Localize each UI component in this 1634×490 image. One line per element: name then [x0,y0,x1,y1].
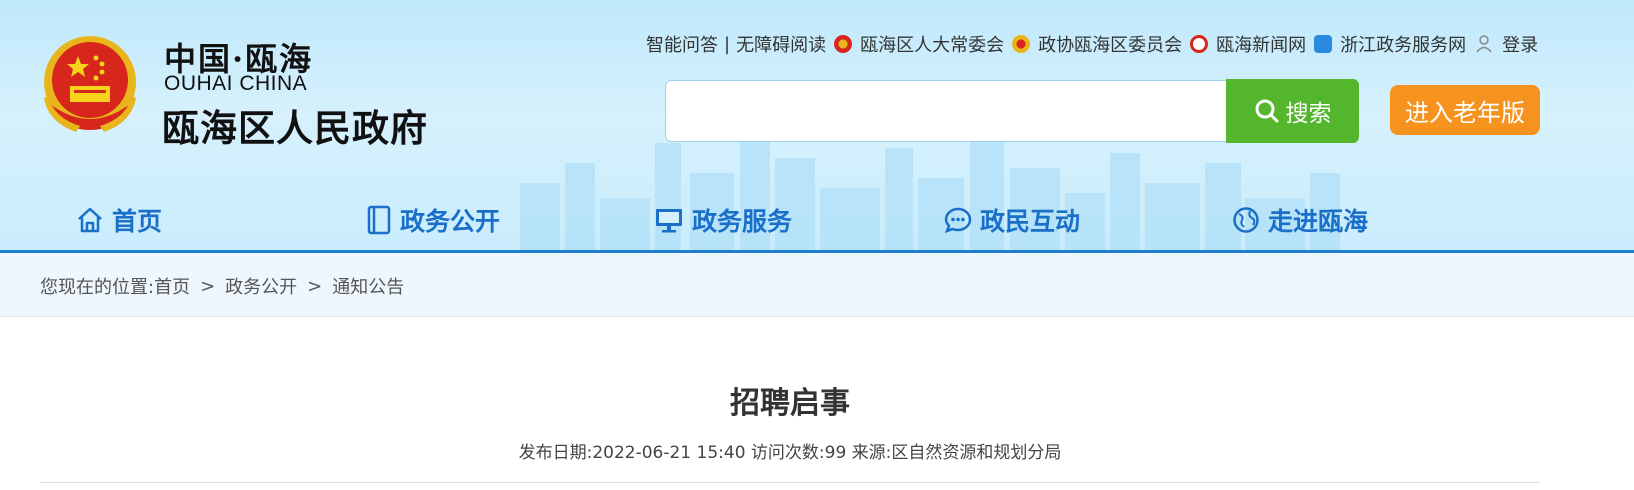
search-button-label: 搜索 [1285,101,1332,127]
nav-government-affairs-label: 政务公开 [400,207,501,236]
nav-home[interactable]: 首页 [76,200,162,240]
breadcrumb-prefix: 您现在的位置: [40,277,155,298]
login-link[interactable]: 登录 [1502,31,1538,57]
link-smart-qa[interactable]: 智能问答 [646,31,718,57]
link-zhejiang-service[interactable]: 浙江政务服务网 [1340,31,1466,57]
news-logo-icon [1190,35,1209,53]
cppcc-emblem-icon [1012,35,1031,53]
globe-icon [1233,207,1259,233]
nav-government-affairs[interactable]: 政务公开 [366,200,500,240]
user-icon [1476,35,1492,53]
breadcrumb-separator: > [200,275,216,297]
nav-public-interaction[interactable]: 政民互动 [944,200,1080,240]
breadcrumb-separator: > [307,275,323,297]
breadcrumb-item-government-affairs[interactable]: 政务公开 [225,273,297,299]
content-divider [40,482,1540,483]
search-icon [1255,99,1278,123]
article-meta: 发布日期:2022-06-21 15:40 访问次数:99 来源:区自然资源和规… [518,443,1062,463]
article-title: 招聘启事 [730,386,850,421]
npc-emblem-icon [834,35,853,53]
nav-about-ouhai[interactable]: 走进瓯海 [1232,200,1368,240]
link-cppcc[interactable]: 政协瓯海区委员会 [1038,31,1182,57]
logo-government-name: 瓯海区人民政府 [162,106,428,150]
nav-public-interaction-label: 政民互动 [980,207,1081,236]
nav-government-service-label: 政务服务 [692,207,793,236]
breadcrumb-item-notices[interactable]: 通知公告 [332,273,404,299]
link-npc-committee[interactable]: 瓯海区人大常委会 [860,31,1004,57]
nav-home-label: 首页 [112,207,163,236]
chat-bubble-icon [944,207,972,234]
national-emblem-icon [44,36,136,132]
nav-about-ouhai-label: 走进瓯海 [1268,207,1369,236]
site-header: 中国·瓯海 OUHAI CHINA 瓯海区人民政府 智能问答 | 无障碍阅读 瓯… [0,0,1634,253]
search-input[interactable] [665,80,1227,142]
link-ouhai-news[interactable]: 瓯海新闻网 [1216,31,1306,57]
separator: | [724,33,731,55]
document-icon [367,205,391,235]
monitor-icon [656,209,682,233]
breadcrumb-bar: 您现在的位置: 首页 > 政务公开 > 通知公告 [0,253,1634,317]
link-accessible-reading[interactable]: 无障碍阅读 [736,31,826,57]
elder-mode-button[interactable]: 进入老年版 [1390,85,1540,135]
search-button[interactable]: 搜索 [1226,79,1359,143]
breadcrumb: 您现在的位置: 首页 > 政务公开 > 通知公告 [40,273,404,299]
nav-government-service[interactable]: 政务服务 [654,200,792,240]
home-icon [78,207,102,233]
breadcrumb-item-home[interactable]: 首页 [154,273,190,299]
zj-service-logo-icon [1314,35,1333,53]
logo-english: OUHAI CHINA [164,72,308,95]
top-links-bar: 智能问答 | 无障碍阅读 瓯海区人大常委会 政协瓯海区委员会 瓯海新闻网 浙江政… [646,31,1538,57]
